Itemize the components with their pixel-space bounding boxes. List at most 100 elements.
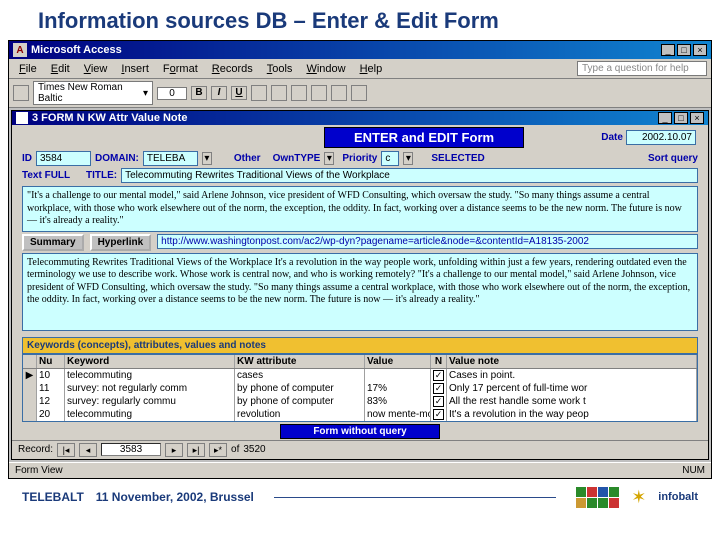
close-button[interactable]: × [693, 44, 707, 56]
cell-value[interactable] [365, 369, 431, 382]
cell-num[interactable]: 12 [37, 395, 65, 408]
date-field[interactable]: 2002.10.07 [626, 130, 696, 145]
summary-button[interactable]: Summary [22, 234, 84, 251]
menu-file[interactable]: File [13, 62, 43, 76]
cell-num[interactable]: 11 [37, 382, 65, 395]
font-size-select[interactable]: 0 [157, 87, 187, 100]
col-keyword[interactable]: Keyword [65, 355, 235, 368]
table-row[interactable]: 20telecommutingrevolutionnow mente-model… [23, 408, 697, 421]
cell-note[interactable]: It's a revolution in the way peop [447, 408, 697, 421]
col-selector[interactable] [23, 355, 37, 368]
hyperlink-button[interactable]: Hyperlink [90, 234, 152, 251]
domain-field[interactable]: TELEBA [143, 151, 198, 166]
cell-note[interactable]: Only 17 percent of full-time wor [447, 382, 697, 395]
cell-attribute[interactable]: revolution [235, 408, 365, 421]
menu-tools[interactable]: Tools [261, 62, 299, 76]
col-value[interactable]: Value [365, 355, 431, 368]
cell-keyword[interactable]: survey: not regularly comm [65, 382, 235, 395]
cell-keyword[interactable]: survey: regularly commu [65, 395, 235, 408]
align-center-button[interactable] [271, 85, 287, 101]
col-num[interactable]: Nu [37, 355, 65, 368]
sub-minimize-button[interactable]: _ [658, 112, 672, 124]
font-color-button[interactable] [331, 85, 347, 101]
hyperlink-field[interactable]: http://www.washingtonpost.com/ac2/wp-dyn… [157, 234, 698, 249]
infobalt-logo: infobalt [658, 491, 698, 503]
menu-insert[interactable]: Insert [115, 62, 155, 76]
priority-dropdown-icon[interactable]: ▾ [403, 152, 413, 165]
priority-field[interactable]: c [381, 151, 399, 166]
col-attribute[interactable]: KW attribute [235, 355, 365, 368]
keywords-table: Nu Keyword KW attribute Value N Value no… [22, 354, 698, 422]
table-row[interactable]: ▶10telecommutingcases ✓Cases in point. [23, 369, 697, 382]
cell-num[interactable]: 10 [37, 369, 65, 382]
cell-checkbox[interactable]: ✓ [431, 408, 447, 421]
help-search-box[interactable]: Type a question for help [577, 61, 707, 76]
border-button[interactable] [351, 85, 367, 101]
col-note[interactable]: Value note [447, 355, 697, 368]
menu-edit[interactable]: Edit [45, 62, 76, 76]
cell-attribute[interactable]: by phone of computer [235, 382, 365, 395]
cell-attribute[interactable]: by phone of computer [235, 395, 365, 408]
last-record-button[interactable]: ▸| [187, 443, 205, 457]
minimize-button[interactable]: _ [661, 44, 675, 56]
cell-checkbox[interactable]: ✓ [431, 395, 447, 408]
owntype-dropdown-icon[interactable]: ▾ [324, 152, 334, 165]
cell-keyword[interactable]: telecommuting [65, 369, 235, 382]
cell-checkbox[interactable]: ✓ [431, 369, 447, 382]
sub-maximize-button[interactable]: □ [674, 112, 688, 124]
menu-view[interactable]: View [78, 62, 114, 76]
cell-note[interactable]: All the rest handle some work t [447, 395, 697, 408]
underline-button[interactable]: U [231, 86, 247, 100]
prev-record-button[interactable]: ◂ [79, 443, 97, 457]
summary-text-field[interactable]: Telecommuting Rewrites Traditional Views… [22, 253, 698, 331]
current-record-field[interactable]: 3583 [101, 443, 161, 456]
title-field[interactable]: Telecommuting Rewrites Traditional Views… [121, 168, 698, 183]
row-selector[interactable] [23, 395, 37, 408]
subform-title: 3 FORM N KW Attr Value Note [32, 112, 658, 124]
sortquery-label[interactable]: Sort query [648, 153, 698, 164]
cell-attribute[interactable]: cases [235, 369, 365, 382]
cell-value[interactable]: 83% [365, 395, 431, 408]
row-selector[interactable] [23, 408, 37, 421]
align-left-button[interactable] [251, 85, 267, 101]
font-select[interactable]: Times New Roman Baltic▾ [33, 81, 153, 105]
table-row[interactable]: 12survey: regularly commuby phone of com… [23, 395, 697, 408]
slide-footer: TELEBALT 11 November, 2002, Brussel ✶ in… [0, 479, 720, 508]
selected-label: SELECTED [431, 153, 484, 164]
col-n[interactable]: N [431, 355, 447, 368]
menu-records[interactable]: Records [206, 62, 259, 76]
menu-format[interactable]: Format [157, 62, 204, 76]
new-record-button[interactable]: ▸* [209, 443, 227, 457]
align-right-button[interactable] [291, 85, 307, 101]
fill-color-button[interactable] [311, 85, 327, 101]
sub-close-button[interactable]: × [690, 112, 704, 124]
row-selector[interactable] [23, 382, 37, 395]
row-selector[interactable]: ▶ [23, 369, 37, 382]
access-window: A Microsoft Access _ □ × File Edit View … [8, 40, 712, 479]
cell-value[interactable]: 17% [365, 382, 431, 395]
star-icon: ✶ [631, 487, 646, 508]
cell-keyword[interactable]: telecommuting [65, 408, 235, 421]
form-icon [16, 112, 28, 124]
next-record-button[interactable]: ▸ [165, 443, 183, 457]
title-label: TITLE: [86, 170, 117, 181]
id-field[interactable]: 3584 [36, 151, 91, 166]
menu-window[interactable]: Window [300, 62, 351, 76]
record-label: Record: [18, 444, 53, 455]
textfull-field[interactable]: "It's a challenge to our mental model," … [22, 186, 698, 232]
app-titlebar: A Microsoft Access _ □ × [9, 41, 711, 59]
italic-button[interactable]: I [211, 86, 227, 100]
maximize-button[interactable]: □ [677, 44, 691, 56]
table-row[interactable]: 11survey: not regularly commby phone of … [23, 382, 697, 395]
cell-checkbox[interactable]: ✓ [431, 382, 447, 395]
domain-dropdown-icon[interactable]: ▾ [202, 152, 212, 165]
cell-num[interactable]: 20 [37, 408, 65, 421]
toolbar-btn[interactable] [13, 85, 29, 101]
bold-button[interactable]: B [191, 86, 207, 100]
footer-date: 11 November, 2002, Brussel [96, 490, 254, 504]
form-without-query-button[interactable]: Form without query [280, 424, 440, 439]
menu-help[interactable]: Help [354, 62, 389, 76]
cell-note[interactable]: Cases in point. [447, 369, 697, 382]
first-record-button[interactable]: |◂ [57, 443, 75, 457]
cell-value[interactable]: now mente-model [365, 408, 431, 421]
